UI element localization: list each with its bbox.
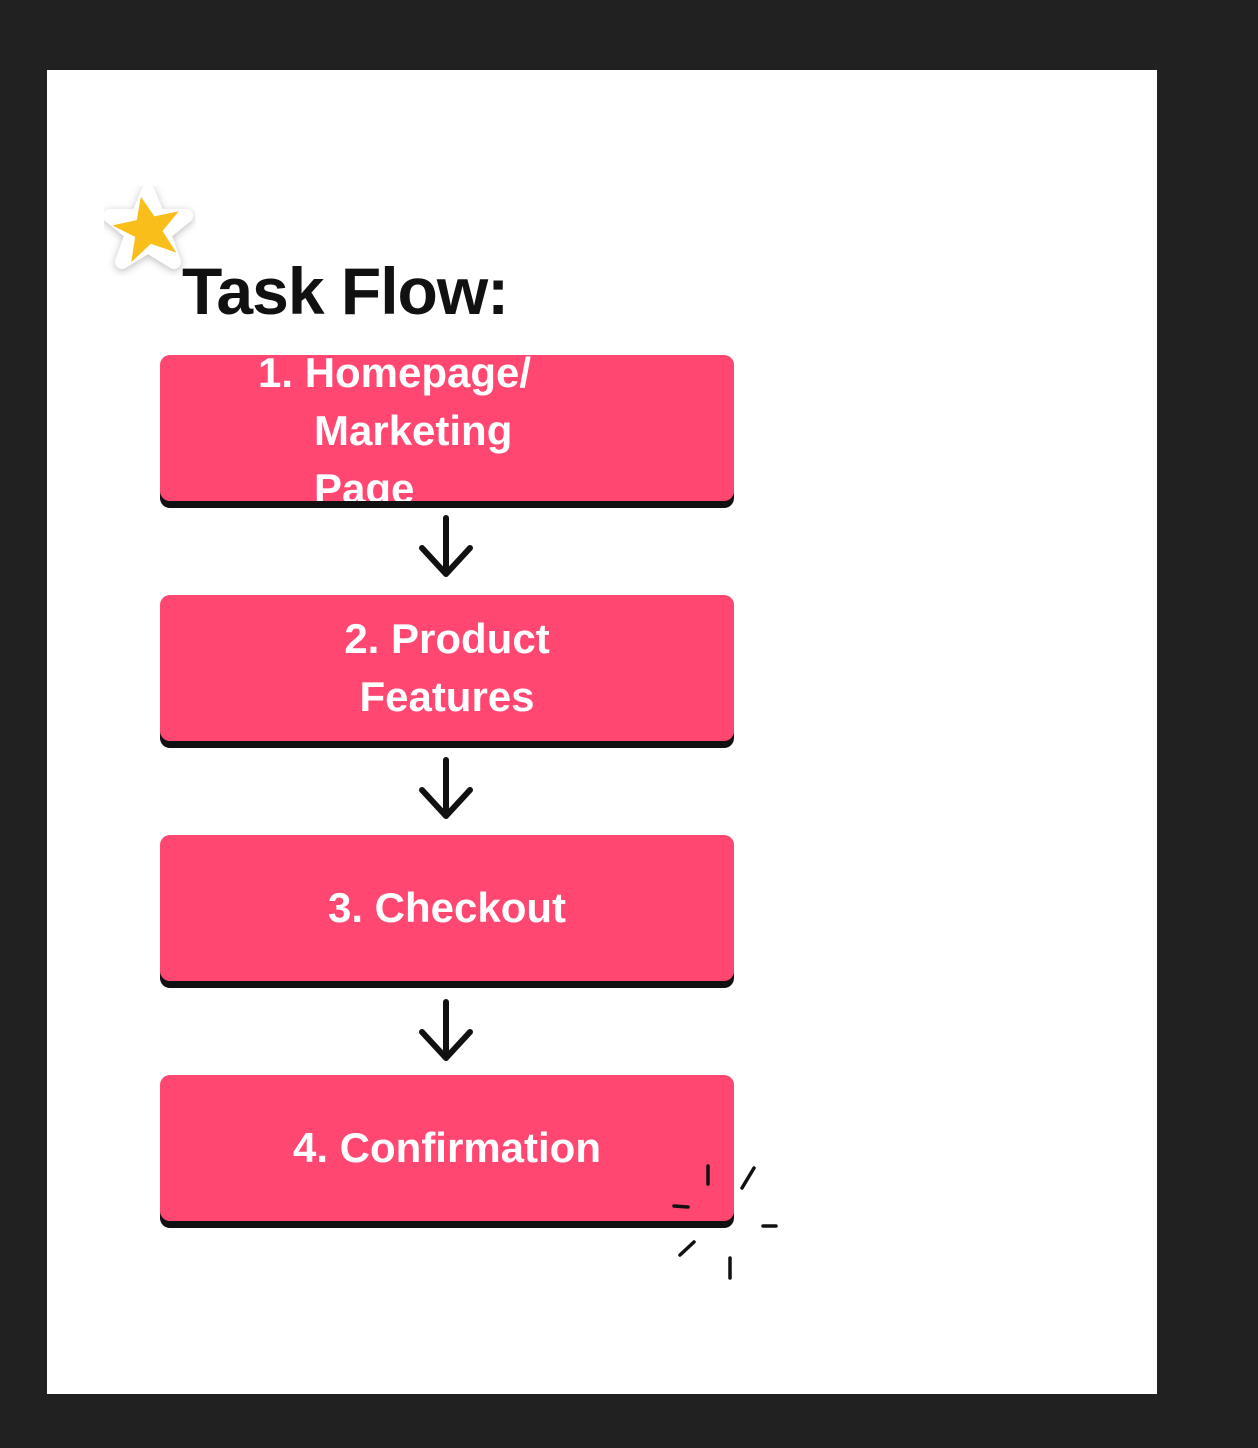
sparkle-icon [672,1164,778,1280]
arrow-down-icon [419,757,473,819]
diagram-title: Task Flow: [182,254,509,328]
flow-step-label: 4. Confirmation [292,1124,601,1172]
flow-step-label: 3. Checkout [327,884,567,932]
flow-step-confirmation[interactable]: 4. Confirmation [160,1075,734,1221]
flow-step-label: 2. Product Features [344,615,550,720]
flow-step-label: 1. Homepage/ Marketing Page [258,355,532,501]
flow-step-homepage[interactable]: 1. Homepage/ Marketing Page [160,355,734,501]
arrow-down-icon [419,515,473,577]
flow-step-checkout[interactable]: 3. Checkout [160,835,734,981]
flow-step-product-features[interactable]: 2. Product Features [160,595,734,741]
arrow-down-icon [419,999,473,1061]
